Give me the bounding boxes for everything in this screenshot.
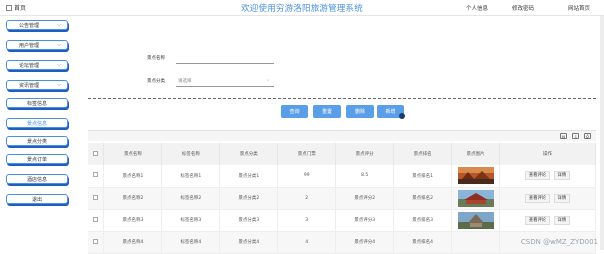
view-comments-button[interactable]: 查看评论 bbox=[525, 171, 550, 180]
cell-category: 景点分类2 bbox=[220, 187, 278, 209]
sidebar-item-label: 景点订单 bbox=[27, 156, 47, 163]
scenic-name-input[interactable] bbox=[176, 63, 274, 64]
reset-button[interactable]: 重置 bbox=[313, 105, 341, 118]
sidebar-item-logout[interactable]: 退出 bbox=[6, 194, 68, 204]
print-icon[interactable]: ⎙ bbox=[584, 133, 591, 139]
sidebar-item-forum[interactable]: 论坛管理 ⌵ bbox=[6, 60, 68, 70]
row-checkbox[interactable] bbox=[93, 195, 98, 200]
cell-rank: 景点排名2 bbox=[394, 187, 452, 209]
scenic-category-label: 景点分类 bbox=[147, 78, 165, 84]
sidebar-item-hotel[interactable]: 酒店信息 bbox=[6, 174, 68, 184]
row-checkbox[interactable] bbox=[93, 239, 98, 244]
cell-tag: 标签名称2 bbox=[162, 187, 220, 209]
cell-tag: 标签名称1 bbox=[162, 165, 220, 187]
chevron-down-icon: ⌵ bbox=[57, 62, 61, 68]
delete-button[interactable]: 删除 bbox=[346, 105, 374, 118]
cell-tag: 标签名称3 bbox=[162, 209, 220, 231]
col-header[interactable]: 景点名称 bbox=[104, 143, 162, 165]
sidebar-item-label: 景点分类 bbox=[27, 138, 47, 145]
sidebar-item-scenic-orders[interactable]: 景点订单 bbox=[6, 154, 68, 164]
cell-name: 景点名称2 bbox=[104, 187, 162, 209]
cell-actions: 查看评论 详情 bbox=[500, 165, 596, 187]
sidebar-item-scenic-category[interactable]: 景点分类 bbox=[6, 136, 68, 146]
chevron-down-icon: ⌵ bbox=[57, 82, 61, 88]
sidebar-item-users[interactable]: 用户管理 ⌵ bbox=[6, 40, 68, 50]
view-comments-button[interactable]: 查看评论 bbox=[525, 216, 550, 225]
sidebar: 公告管理 ⌵ 用户管理 ⌵ 论坛管理 ⌵ 资讯管理 ⌵ 标签信息 景点信息 景点… bbox=[0, 16, 72, 250]
sidebar-item-notice[interactable]: 公告管理 ⌵ bbox=[6, 20, 68, 30]
sidebar-item-label: 酒店信息 bbox=[27, 176, 47, 183]
chevron-down-icon: ⌵ bbox=[57, 22, 61, 28]
top-bar: 首页 欢迎使用穷游洛阳旅游管理系统 个人信息 修改密码 网站首页 bbox=[0, 0, 604, 16]
cell-rating: 8.5 bbox=[336, 165, 394, 187]
cell-image bbox=[452, 187, 500, 209]
row-checkbox[interactable] bbox=[93, 172, 98, 177]
sidebar-item-label: 用户管理 bbox=[19, 42, 39, 49]
change-password-link[interactable]: 修改密码 bbox=[512, 4, 534, 12]
table-toolbar: ▤ ⇩ ⎙ bbox=[88, 130, 596, 141]
cell-ticket: 2 bbox=[278, 187, 336, 209]
chevron-down-icon: ⌵ bbox=[266, 77, 269, 83]
sidebar-item-label: 退出 bbox=[32, 196, 42, 203]
cell-actions: 查看评论 详情 bbox=[500, 209, 596, 231]
personal-info-link[interactable]: 个人信息 bbox=[466, 4, 488, 12]
export-icon[interactable]: ⇩ bbox=[572, 133, 579, 139]
scenic-name-label: 景点名称 bbox=[147, 55, 165, 61]
cursor-icon bbox=[399, 113, 405, 119]
cell-image bbox=[452, 165, 500, 187]
table-row[interactable]: 景点名称3 标签名称3 景点分类3 3 景点评分3 景点排名3 查看评论 详情 bbox=[88, 209, 596, 231]
query-button[interactable]: 查询 bbox=[281, 105, 308, 118]
filter-icon[interactable]: ▤ bbox=[560, 133, 567, 139]
scenic-thumbnail bbox=[458, 167, 494, 184]
scenic-table: 景点名称 标签名称 景点分类 景点门票 景点评分 景点排名 景点图片 操作 景点… bbox=[88, 143, 596, 254]
site-home-link[interactable]: 网站首页 bbox=[568, 4, 590, 12]
sidebar-item-scenic-info[interactable]: 景点信息 bbox=[6, 118, 68, 128]
cell-rating: 景点评分3 bbox=[336, 209, 394, 231]
cell-category: 景点分类3 bbox=[220, 209, 278, 231]
scenic-category-underline bbox=[176, 86, 274, 87]
chevron-down-icon: ⌵ bbox=[57, 42, 61, 48]
cell-actions: 查看评论 详情 bbox=[500, 187, 596, 209]
cell-name: 景点名称3 bbox=[104, 209, 162, 231]
cell-ticket: 3 bbox=[278, 209, 336, 231]
col-header[interactable]: 景点评分 bbox=[336, 143, 394, 165]
scenic-thumbnail bbox=[458, 212, 494, 229]
view-comments-button[interactable]: 查看评论 bbox=[525, 194, 550, 203]
sidebar-item-label: 景点信息 bbox=[27, 120, 47, 127]
sidebar-item-label: 标签信息 bbox=[27, 100, 47, 107]
col-header[interactable]: 景点图片 bbox=[452, 143, 500, 165]
detail-button[interactable]: 详情 bbox=[554, 171, 571, 180]
divider bbox=[88, 98, 596, 99]
col-header: 操作 bbox=[500, 143, 596, 165]
detail-button[interactable]: 详情 bbox=[554, 216, 571, 225]
watermark: CSDN @wMZ_ZYD001 bbox=[521, 238, 598, 246]
scenic-category-select[interactable]: 请选择 bbox=[178, 78, 192, 84]
cell-category: 景点分类1 bbox=[220, 165, 278, 187]
cell-name: 景点名称1 bbox=[104, 165, 162, 187]
sidebar-item-label: 资讯管理 bbox=[19, 82, 39, 89]
table-row[interactable]: 景点名称1 标签名称1 景点分类1 99 8.5 景点排名1 查看评论 详情 bbox=[88, 165, 596, 187]
table-header-row: 景点名称 标签名称 景点分类 景点门票 景点评分 景点排名 景点图片 操作 bbox=[88, 143, 596, 165]
table-row[interactable]: 景点名称2 标签名称2 景点分类2 2 景点评分2 景点排名2 查看评论 详情 bbox=[88, 187, 596, 209]
sidebar-item-tags[interactable]: 标签信息 bbox=[6, 98, 68, 108]
sidebar-item-label: 论坛管理 bbox=[19, 62, 39, 69]
cell-image bbox=[452, 209, 500, 231]
cell-rank: 景点排名1 bbox=[394, 165, 452, 187]
scenic-thumbnail bbox=[458, 190, 494, 207]
col-header[interactable]: 标签名称 bbox=[162, 143, 220, 165]
cell-rating: 景点评分2 bbox=[336, 187, 394, 209]
vertical-scrollbar[interactable] bbox=[600, 16, 604, 250]
select-all-checkbox[interactable] bbox=[93, 151, 98, 156]
col-header[interactable]: 景点分类 bbox=[220, 143, 278, 165]
col-header[interactable]: 景点门票 bbox=[278, 143, 336, 165]
sidebar-item-label: 公告管理 bbox=[19, 22, 39, 29]
cell-ticket: 99 bbox=[278, 165, 336, 187]
col-header[interactable]: 景点排名 bbox=[394, 143, 452, 165]
row-checkbox[interactable] bbox=[93, 217, 98, 222]
sidebar-item-news[interactable]: 资讯管理 ⌵ bbox=[6, 80, 68, 90]
cell-rank: 景点排名3 bbox=[394, 209, 452, 231]
detail-button[interactable]: 详情 bbox=[554, 194, 571, 203]
